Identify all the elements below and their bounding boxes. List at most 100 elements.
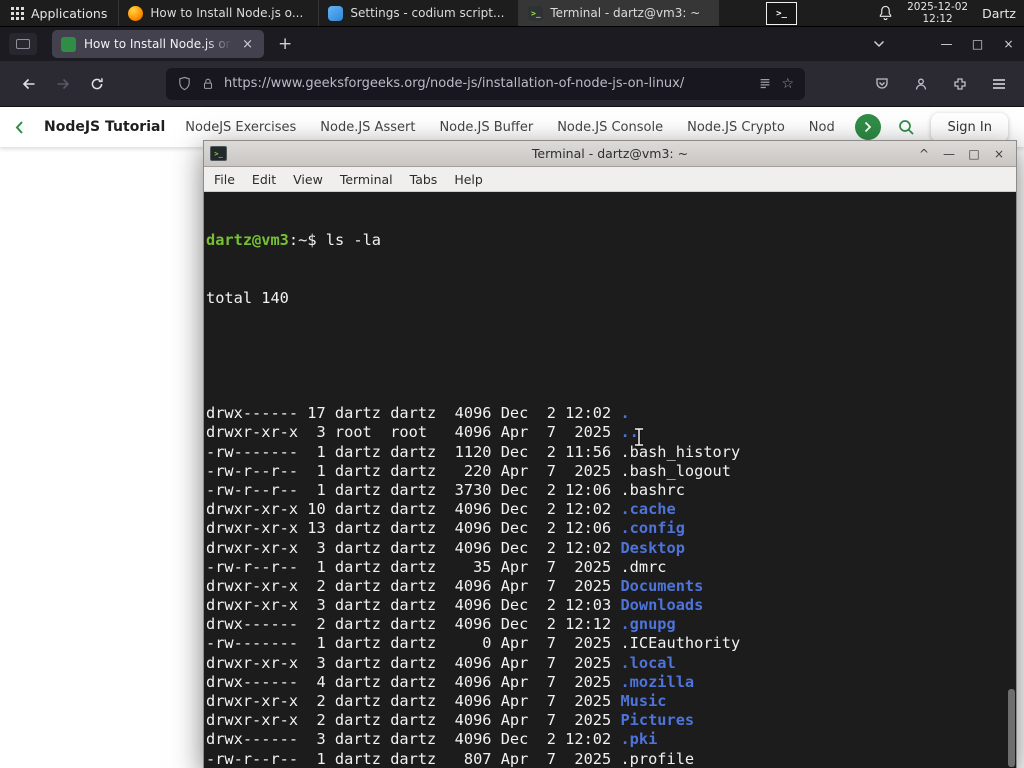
prompt-line: dartz@vm3:~$ ls -la [206, 231, 1016, 250]
ls-entry-line: drwx------ 2 dartz dartz 4096 Dec 2 12:1… [206, 615, 1016, 634]
tab-list-chevron-icon[interactable] [863, 40, 895, 48]
task-title: Settings - codium script... [350, 6, 505, 20]
ls-entry-meta: -rw-r--r-- 1 dartz dartz 3730 Dec 2 12:0… [206, 480, 621, 499]
terminal-icon: >_ [528, 5, 544, 21]
ls-entry-line: -rw-r--r-- 1 dartz dartz 3730 Dec 2 12:0… [206, 481, 1016, 500]
command-text: ls -la [325, 231, 382, 250]
url-bar[interactable]: https://www.geeksforgeeks.org/node-js/in… [166, 67, 805, 100]
ls-entry-meta: drwxr-xr-x 2 dartz dartz 4096 Apr 7 2025 [206, 576, 621, 595]
gfg-active-item[interactable]: NodeJS Tutorial [44, 119, 165, 135]
taskbar-item-terminal[interactable]: >_ Terminal - dartz@vm3: ~ [519, 0, 720, 26]
gfg-nav-item[interactable]: Node.JS Crypto [687, 120, 785, 135]
ls-entry-meta: -rw-r--r-- 1 dartz dartz 220 Apr 7 2025 [206, 461, 621, 480]
terminal-titlebar[interactable]: Terminal - dartz@vm3: ~ >_ ^ — □ × [204, 141, 1016, 167]
gfg-nav-item[interactable]: NodeJS Exercises [185, 120, 296, 135]
ls-entry-line: -rw------- 1 dartz dartz 0 Apr 7 2025 .I… [206, 634, 1016, 653]
browser-close-button[interactable]: × [993, 37, 1024, 51]
gfg-favicon-icon [61, 36, 76, 52]
gfg-subnav-right: Sign In [855, 112, 1008, 142]
ls-entry-line: -rw-r--r-- 1 dartz dartz 807 Apr 7 2025 … [206, 750, 1016, 768]
menu-icon[interactable] [984, 69, 1014, 99]
ls-entry-meta: drwxr-xr-x 13 dartz dartz 4096 Dec 2 12:… [206, 519, 621, 538]
terminal-close-button[interactable]: × [988, 144, 1010, 164]
terminal-menu-item[interactable]: Terminal [340, 172, 393, 187]
back-button[interactable] [12, 68, 46, 100]
panel-right: 2025-12-02 12:12 Dartz [878, 0, 1024, 26]
browser-tab[interactable]: How to Install Node.js on × [52, 30, 264, 58]
bookmark-star-icon[interactable]: ☆ [781, 76, 794, 92]
prompt-user-host: dartz@vm3 [206, 231, 289, 250]
sign-in-button[interactable]: Sign In [931, 112, 1008, 142]
terminal-maximize-button[interactable]: □ [963, 144, 985, 164]
terminal-menu-item[interactable]: Edit [252, 172, 276, 187]
terminal-menu-item[interactable]: File [214, 172, 235, 187]
tray-terminal-icon[interactable]: >_ [766, 2, 797, 25]
terminal-shade-button[interactable]: ^ [913, 144, 935, 164]
scrollbar-thumb[interactable] [1008, 689, 1015, 767]
chevron-right-icon[interactable] [855, 114, 882, 140]
clock[interactable]: 2025-12-02 12:12 [907, 1, 968, 25]
url-text[interactable]: https://www.geeksforgeeks.org/node-js/in… [224, 76, 749, 91]
ls-entry-line: drwxr-xr-x 2 dartz dartz 4096 Apr 7 2025… [206, 577, 1016, 596]
ls-entry-name: Music [620, 692, 667, 711]
ls-entry-meta: -rw-r--r-- 1 dartz dartz 35 Apr 7 2025 [206, 557, 621, 576]
ls-entry-name: Desktop [620, 538, 685, 557]
ls-entry-name: .pki [620, 730, 658, 749]
ls-entry-line: drwxr-xr-x 2 dartz dartz 4096 Apr 7 2025… [206, 692, 1016, 711]
gfg-nav-items: NodeJS Exercises Node.JS Assert Node.JS Bu… [185, 120, 835, 135]
pocket-icon[interactable] [867, 69, 897, 99]
search-icon[interactable] [897, 118, 915, 136]
ls-entry-meta: drwx------ 17 dartz dartz 4096 Dec 2 12:… [206, 404, 621, 423]
extensions-icon[interactable] [945, 69, 975, 99]
notification-bell-icon[interactable] [878, 5, 893, 21]
gfg-nav-item[interactable]: Node.JS Console [557, 120, 663, 135]
browser-maximize-button[interactable]: □ [962, 37, 993, 51]
ls-entry-line: drwx------ 17 dartz dartz 4096 Dec 2 12:… [206, 404, 1016, 423]
gfg-nav-item[interactable]: Node.JS Buffer [439, 120, 533, 135]
ls-entry-name: .gnupg [620, 615, 676, 634]
firefox-icon [128, 5, 144, 21]
taskbar-item-codium[interactable]: Settings - codium script... [319, 0, 520, 26]
gfg-nav-item[interactable]: Node.JS DNS [809, 120, 836, 135]
codium-icon [328, 5, 344, 21]
lock-icon[interactable] [201, 77, 215, 91]
applications-button[interactable]: Applications [0, 0, 120, 26]
tab-title: How to Install Node.js on [84, 37, 233, 51]
forward-button[interactable] [46, 68, 80, 100]
terminal-menu-item[interactable]: View [293, 172, 323, 187]
top-panel: Applications How to Install Node.js o...… [0, 0, 1024, 27]
reload-button[interactable] [80, 68, 114, 100]
ls-entry-line: -rw------- 1 dartz dartz 1120 Dec 2 11:5… [206, 443, 1016, 462]
tab-close-icon[interactable]: × [240, 37, 255, 52]
ls-entry-line: drwx------ 4 dartz dartz 4096 Apr 7 2025… [206, 673, 1016, 692]
ls-entry-line: drwxr-xr-x 3 root root 4096 Apr 7 2025 .… [206, 423, 1016, 442]
task-title: Terminal - dartz@vm3: ~ [550, 6, 701, 20]
ls-entry-meta: drwxr-xr-x 3 dartz dartz 4096 Dec 2 12:0… [206, 596, 621, 615]
taskbar-item-firefox[interactable]: How to Install Node.js o... [119, 0, 320, 26]
new-tab-button[interactable]: + [272, 34, 298, 54]
terminal-menu-item[interactable]: Tabs [410, 172, 438, 187]
terminal-content[interactable]: dartz@vm3:~$ ls -la total 140 drwx------… [204, 192, 1016, 768]
terminal-minimize-button[interactable]: — [938, 144, 960, 164]
chevron-left-icon[interactable] [14, 120, 24, 135]
applications-label: Applications [31, 5, 108, 21]
toolbar-right-icons [867, 69, 1024, 99]
ls-entry-meta: -rw------- 1 dartz dartz 1120 Dec 2 11:5… [206, 442, 621, 461]
gfg-nav-item[interactable]: Node.JS Assert [320, 120, 415, 135]
ls-entry-meta: drwxr-xr-x 3 dartz dartz 4096 Dec 2 12:0… [206, 538, 621, 557]
ls-entry-name: Pictures [620, 711, 695, 730]
terminal-scrollbar[interactable] [1006, 192, 1016, 768]
browser-minimize-button[interactable]: — [931, 37, 962, 51]
total-line: total 140 [206, 289, 289, 307]
tracking-shield-icon[interactable] [177, 76, 192, 91]
reader-mode-icon[interactable] [758, 77, 772, 91]
ls-entry-line: -rw-r--r-- 1 dartz dartz 35 Apr 7 2025 .… [206, 558, 1016, 577]
account-icon[interactable] [906, 69, 936, 99]
ls-entry-name: .profile [620, 749, 695, 768]
desktop: How to Install Node.js on × + — □ × http… [0, 0, 1024, 768]
ls-entry-line: drwxr-xr-x 3 dartz dartz 4096 Dec 2 12:0… [206, 596, 1016, 615]
terminal-menu-item[interactable]: Help [454, 172, 483, 187]
ls-entry-name: .cache [620, 500, 676, 519]
firefox-view-button[interactable] [9, 33, 37, 55]
clock-time: 12:12 [922, 13, 953, 25]
